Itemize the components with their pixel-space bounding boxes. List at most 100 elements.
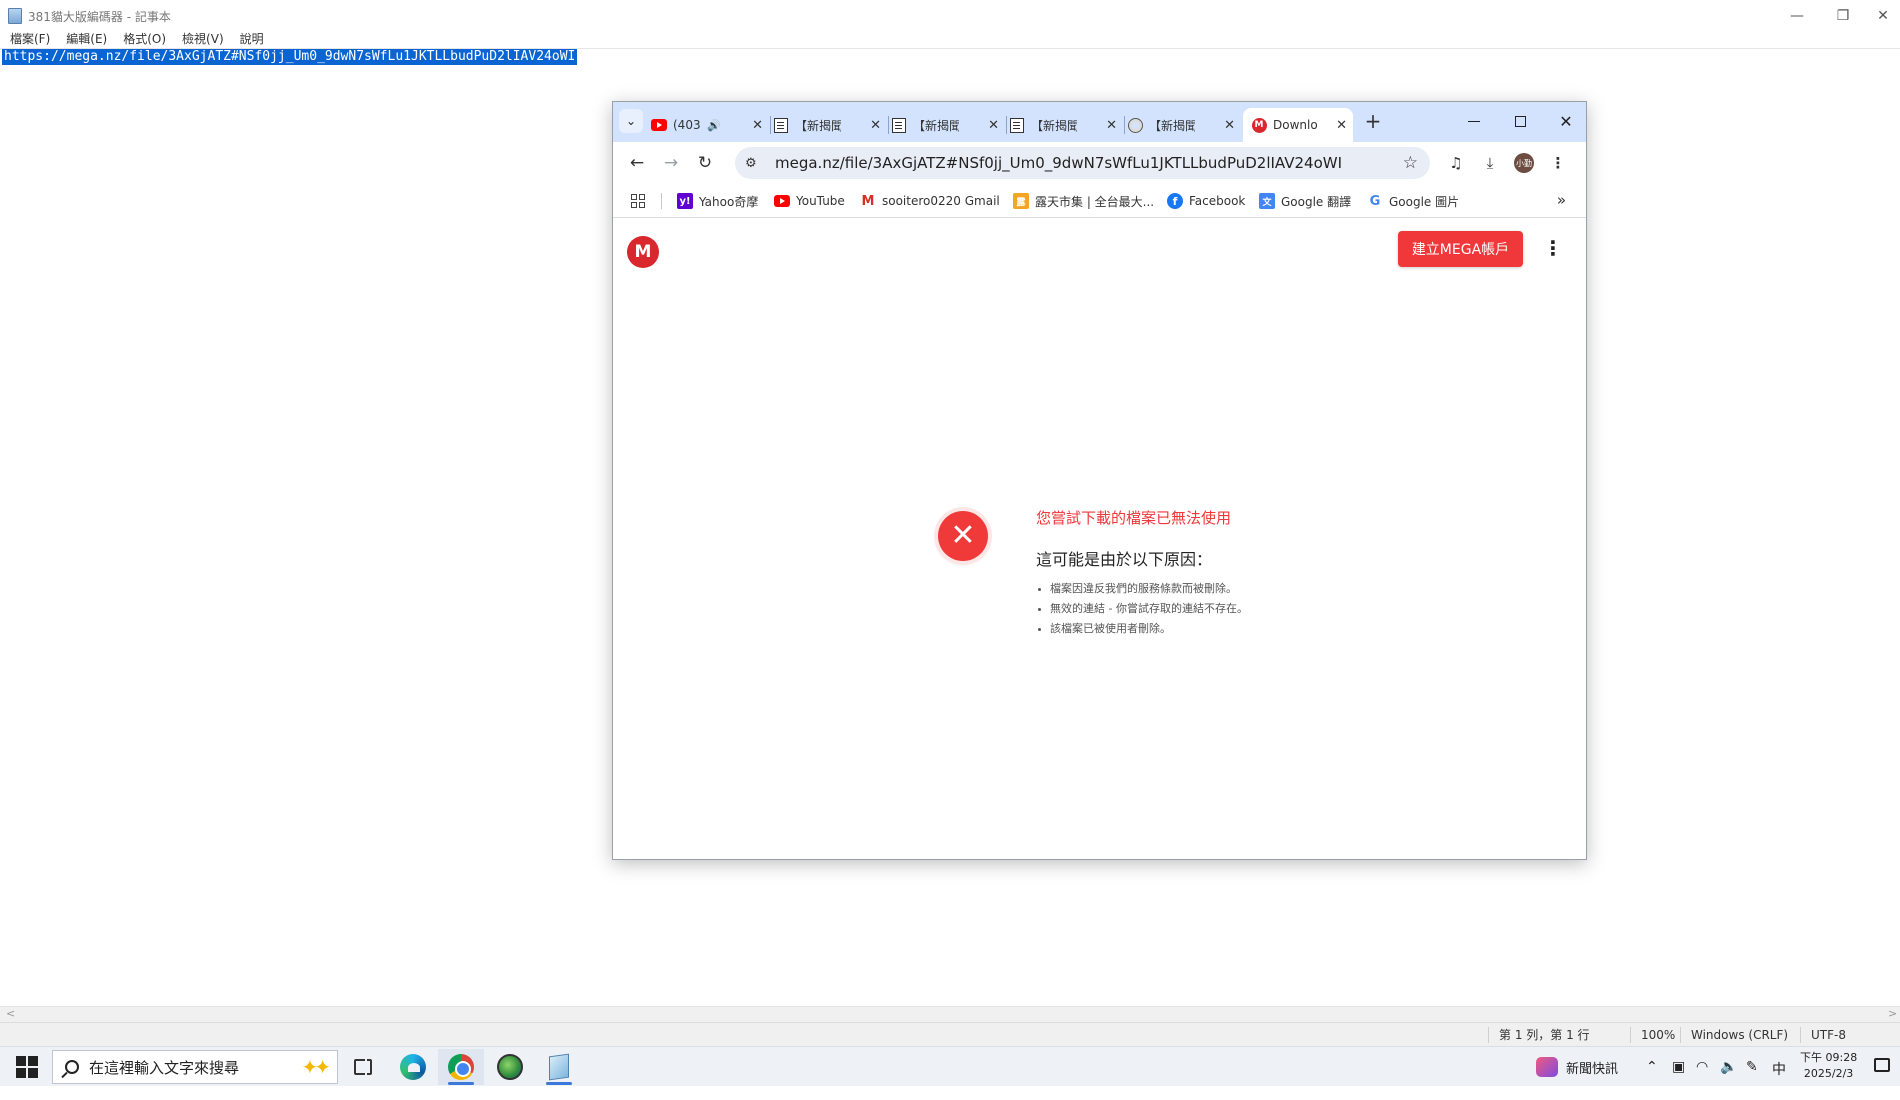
- site-info-icon[interactable]: ⚙: [745, 156, 763, 171]
- horizontal-scrollbar[interactable]: < >: [0, 1006, 1900, 1022]
- browser-window: ⌄ (403 🔊 ✕ 【新揭聞 ✕ 【新揭聞 ✕ 【新揭聞 ✕ 【新揭聞 ✕ M…: [612, 101, 1587, 860]
- task-view-button[interactable]: [340, 1049, 386, 1085]
- profile-button[interactable]: 小勤: [1513, 153, 1535, 173]
- taskbar-notepad[interactable]: [536, 1049, 582, 1085]
- address-bar[interactable]: ⚙ mega.nz/file/3AxGjATZ#NSf0jj_Um0_9dwN7…: [735, 147, 1430, 179]
- tab-title: (403: [673, 118, 701, 132]
- create-account-button[interactable]: 建立MEGA帳戶: [1398, 231, 1523, 267]
- bookmarks-bar: y! Yahoo奇摩 YouTube M sooitero0220 Gmail …: [613, 184, 1586, 218]
- arrow-left-icon: ←: [629, 153, 645, 173]
- bookmark-ruten[interactable]: 露 露天市集 | 全台最大...: [1013, 192, 1154, 210]
- bookmark-star-icon[interactable]: ☆: [1403, 153, 1418, 173]
- pen-icon[interactable]: ✎: [1746, 1059, 1758, 1075]
- menu-edit[interactable]: 編輯(E): [56, 30, 113, 48]
- tab-news-3[interactable]: 【新揭聞 ✕: [1009, 108, 1125, 142]
- back-button[interactable]: ←: [625, 151, 649, 175]
- speaker-icon[interactable]: 🔊: [707, 119, 721, 132]
- ime-indicator[interactable]: 中: [1772, 1059, 1786, 1079]
- media-playlist-icon[interactable]: ♫: [1445, 153, 1467, 173]
- news-widget[interactable]: 新聞快訊: [1536, 1047, 1618, 1087]
- reload-button[interactable]: ↻: [693, 151, 717, 175]
- globe-map-icon: [497, 1054, 523, 1080]
- yahoo-icon: y!: [677, 193, 693, 209]
- menu-help[interactable]: 說明: [230, 30, 270, 48]
- more-vertical-icon[interactable]: ⋮: [1543, 233, 1563, 263]
- mega-icon: M: [1251, 117, 1267, 133]
- forward-button[interactable]: →: [659, 151, 683, 175]
- notepad-menubar: 檔案(F) 編輯(E) 格式(O) 檢視(V) 說明: [0, 30, 270, 48]
- tab-strip: ⌄ (403 🔊 ✕ 【新揭聞 ✕ 【新揭聞 ✕ 【新揭聞 ✕ 【新揭聞 ✕ M…: [613, 102, 1586, 142]
- close-icon: ✕: [1559, 111, 1573, 131]
- close-window-button[interactable]: ✕: [1543, 102, 1586, 140]
- notepad-selected-text[interactable]: https://mega.nz/file/3AxGjATZ#NSf0jj_Um0…: [2, 49, 578, 65]
- bookmark-google-images[interactable]: G Google 圖片: [1367, 192, 1459, 210]
- bookmark-google-translate[interactable]: 文 Google 翻譯: [1259, 192, 1351, 210]
- taskbar-clock[interactable]: 下午 09:28 2025/2/3: [1800, 1050, 1857, 1082]
- list-item: 該檔案已被使用者刪除。: [1036, 619, 1248, 639]
- chevron-up-icon[interactable]: ⌃: [1646, 1059, 1658, 1075]
- tab-title: 【新揭聞: [913, 118, 959, 133]
- close-icon[interactable]: ✕: [1336, 118, 1347, 133]
- list-item: 檔案因違反我們的服務條款而被刪除。: [1036, 579, 1248, 599]
- bookmark-yahoo[interactable]: y! Yahoo奇摩: [677, 192, 758, 210]
- browser-menu-icon[interactable]: ⋮: [1547, 153, 1569, 173]
- wifi-icon[interactable]: ◠: [1696, 1059, 1708, 1075]
- tab-title: 【新揭聞: [795, 118, 841, 133]
- volume-icon[interactable]: 🔈: [1720, 1059, 1737, 1075]
- taskbar-search-box[interactable]: 在這裡輸入文字來搜尋 ✦✦: [52, 1050, 338, 1084]
- menu-format[interactable]: 格式(O): [113, 30, 172, 48]
- meet-now-icon[interactable]: ▣: [1672, 1059, 1685, 1075]
- new-tab-button[interactable]: +: [1361, 110, 1385, 134]
- maximize-button[interactable]: [1497, 102, 1543, 140]
- bookmark-label: 露天市集 | 全台最大...: [1035, 194, 1155, 209]
- browser-toolbar: ← → ↻ ⚙ mega.nz/file/3AxGjATZ#NSf0jj_Um0…: [613, 142, 1586, 184]
- tab-news-1[interactable]: 【新揭聞 ✕: [773, 108, 889, 142]
- close-icon[interactable]: ✕: [752, 118, 763, 133]
- scroll-left-icon[interactable]: <: [6, 1007, 15, 1020]
- taskbar-chrome[interactable]: [438, 1049, 484, 1085]
- minimize-icon[interactable]: —: [1774, 0, 1820, 32]
- tab-title: 【新揭聞: [1149, 118, 1195, 133]
- close-icon[interactable]: ✕: [870, 118, 881, 133]
- restore-icon[interactable]: ❐: [1820, 0, 1866, 32]
- document-icon: [891, 117, 907, 133]
- menu-view[interactable]: 檢視(V): [172, 30, 230, 48]
- google-icon: G: [1369, 193, 1381, 209]
- tab-search-button[interactable]: ⌄: [619, 109, 643, 133]
- taskbar-map-app[interactable]: [487, 1049, 533, 1085]
- sparkle-icon: ✦✦: [301, 1055, 330, 1079]
- close-icon[interactable]: ✕: [1224, 118, 1235, 133]
- chrome-icon: [448, 1054, 474, 1080]
- bookmark-gmail[interactable]: M sooitero0220 Gmail: [860, 192, 1000, 210]
- notification-icon[interactable]: [1874, 1058, 1890, 1072]
- close-icon[interactable]: ✕: [1866, 0, 1900, 32]
- close-icon[interactable]: ✕: [1106, 118, 1117, 133]
- reload-icon: ↻: [697, 153, 713, 173]
- taskbar-edge[interactable]: [390, 1049, 436, 1085]
- mega-logo[interactable]: M: [627, 236, 659, 268]
- apps-grid-icon[interactable]: [631, 194, 645, 208]
- tab-news-4[interactable]: 【新揭聞 ✕: [1127, 108, 1241, 142]
- gmail-icon: M: [861, 193, 875, 209]
- tab-title: Downlo: [1273, 118, 1318, 132]
- download-icon[interactable]: ⤓: [1479, 153, 1501, 173]
- bookmark-label: Facebook: [1189, 194, 1246, 208]
- tab-divider: [1124, 116, 1125, 134]
- chevron-double-right-icon[interactable]: »: [1557, 191, 1566, 209]
- bookmark-facebook[interactable]: f Facebook: [1167, 192, 1245, 210]
- notepad-icon: [549, 1053, 569, 1081]
- address-url[interactable]: mega.nz/file/3AxGjATZ#NSf0jj_Um0_9dwN7sW…: [775, 154, 1342, 172]
- clock-time: 下午 09:28: [1800, 1051, 1858, 1064]
- tab-news-2[interactable]: 【新揭聞 ✕: [891, 108, 1007, 142]
- status-line-ending: Windows (CRLF): [1680, 1027, 1788, 1043]
- tab-mega-download[interactable]: M Downlo ✕: [1243, 108, 1353, 142]
- bookmark-youtube[interactable]: YouTube: [774, 192, 845, 210]
- scroll-right-icon[interactable]: >: [1888, 1007, 1897, 1020]
- tab-youtube[interactable]: (403 🔊 ✕: [651, 108, 771, 142]
- close-icon[interactable]: ✕: [988, 118, 999, 133]
- minimize-button[interactable]: [1451, 102, 1497, 140]
- menu-file[interactable]: 檔案(F): [0, 30, 56, 48]
- document-icon: [1009, 117, 1025, 133]
- bookmark-label: YouTube: [796, 194, 845, 208]
- windows-start-icon[interactable]: [10, 1055, 44, 1079]
